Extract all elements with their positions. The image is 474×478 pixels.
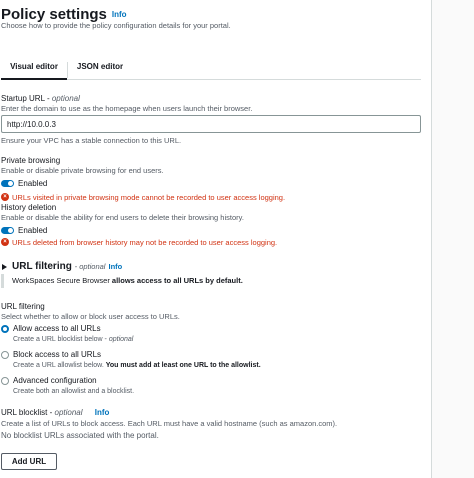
page-description: Choose how to provide the policy configu… bbox=[1, 21, 231, 30]
add-url-button[interactable]: Add URL bbox=[1, 453, 57, 470]
url-filtering-label: URL filtering bbox=[1, 302, 45, 311]
radio-advanced-configuration-label[interactable]: Advanced configuration bbox=[13, 376, 97, 385]
radio-block-all-urls-label[interactable]: Block access to all URLs bbox=[13, 350, 101, 359]
url-filtering-alert: WorkSpaces Secure Browser allows access … bbox=[12, 276, 243, 285]
startup-url-label-text: Startup URL bbox=[1, 94, 45, 103]
url-filtering-info-link[interactable]: Info bbox=[108, 262, 122, 271]
caret-right-icon[interactable] bbox=[2, 264, 7, 270]
policy-settings-panel: Policy settings Info Choose how to provid… bbox=[0, 0, 474, 478]
tab-visual-editor[interactable]: Visual editor bbox=[1, 58, 67, 80]
url-blocklist-info-link[interactable]: Info bbox=[95, 408, 110, 417]
url-filtering-section-optional: optional bbox=[79, 262, 106, 271]
history-deletion-warning: URLs deleted from browser history may no… bbox=[12, 238, 278, 247]
url-filtering-section-title-text: URL filtering bbox=[12, 261, 72, 272]
url-filtering-alert-prefix: WorkSpaces Secure Browser bbox=[12, 276, 112, 285]
url-blocklist-label-text: URL blocklist bbox=[1, 408, 48, 417]
radio-advanced-configuration[interactable] bbox=[1, 377, 9, 385]
editor-tabs: Visual editor JSON editor bbox=[1, 58, 421, 80]
title-info-link[interactable]: Info bbox=[112, 10, 127, 19]
radio-allow-desc-optional: optional bbox=[108, 336, 134, 343]
url-filtering-description: Select whether to allow or block user ac… bbox=[1, 312, 180, 321]
startup-url-description: Enter the domain to use as the homepage … bbox=[1, 104, 253, 113]
radio-advanced-configuration-description: Create both an allowlist and a blocklist… bbox=[13, 388, 135, 395]
url-blocklist-description: Create a list of URLs to block access. E… bbox=[1, 419, 338, 428]
url-filtering-section-title[interactable]: URL filtering - optional Info bbox=[12, 261, 122, 272]
private-browsing-warning: URLs visited in private browsing mode ca… bbox=[12, 193, 286, 202]
radio-block-all-urls[interactable] bbox=[1, 351, 9, 359]
radio-allow-all-urls-label[interactable]: Allow access to all URLs bbox=[13, 324, 101, 333]
startup-url-input[interactable] bbox=[1, 115, 421, 133]
private-browsing-label: Private browsing bbox=[1, 156, 61, 165]
radio-block-desc-prefix: Create a URL allowlist below. bbox=[13, 362, 106, 369]
private-browsing-toggle[interactable] bbox=[1, 180, 14, 187]
history-deletion-toggle-label: Enabled bbox=[18, 226, 48, 235]
info-alert-bar bbox=[1, 274, 4, 288]
private-browsing-description: Enable or disable private browsing for e… bbox=[1, 166, 164, 175]
history-deletion-description: Enable or disable the ability for end us… bbox=[1, 213, 244, 222]
history-deletion-toggle[interactable] bbox=[1, 227, 14, 234]
radio-allow-all-urls-description: Create a URL blocklist below - optional bbox=[13, 336, 133, 343]
url-blocklist-label: URL blocklist - optional Info bbox=[1, 408, 110, 417]
private-browsing-toggle-label: Enabled bbox=[18, 179, 48, 188]
error-circle-icon: × bbox=[1, 193, 9, 201]
startup-url-optional: optional bbox=[51, 94, 80, 103]
side-gutter bbox=[432, 0, 474, 478]
radio-allow-desc-prefix: Create a URL blocklist below - bbox=[13, 336, 109, 343]
url-filtering-alert-bold: allows access to all URLs by default. bbox=[111, 276, 243, 285]
startup-url-hint: Ensure your VPC has a stable connection … bbox=[1, 136, 182, 145]
error-circle-icon: × bbox=[1, 238, 9, 246]
history-deletion-label: History deletion bbox=[1, 203, 57, 212]
startup-url-label: Startup URL - optional bbox=[1, 94, 80, 103]
tab-json-editor[interactable]: JSON editor bbox=[68, 58, 132, 80]
url-blocklist-optional: optional bbox=[54, 408, 83, 417]
radio-allow-all-urls[interactable] bbox=[1, 325, 9, 333]
radio-block-all-urls-description: Create a URL allowlist below. You must a… bbox=[13, 362, 261, 369]
url-blocklist-empty-text: No blocklist URLs associated with the po… bbox=[1, 431, 159, 440]
radio-block-desc-bold: You must add at least one URL to the all… bbox=[105, 362, 261, 369]
